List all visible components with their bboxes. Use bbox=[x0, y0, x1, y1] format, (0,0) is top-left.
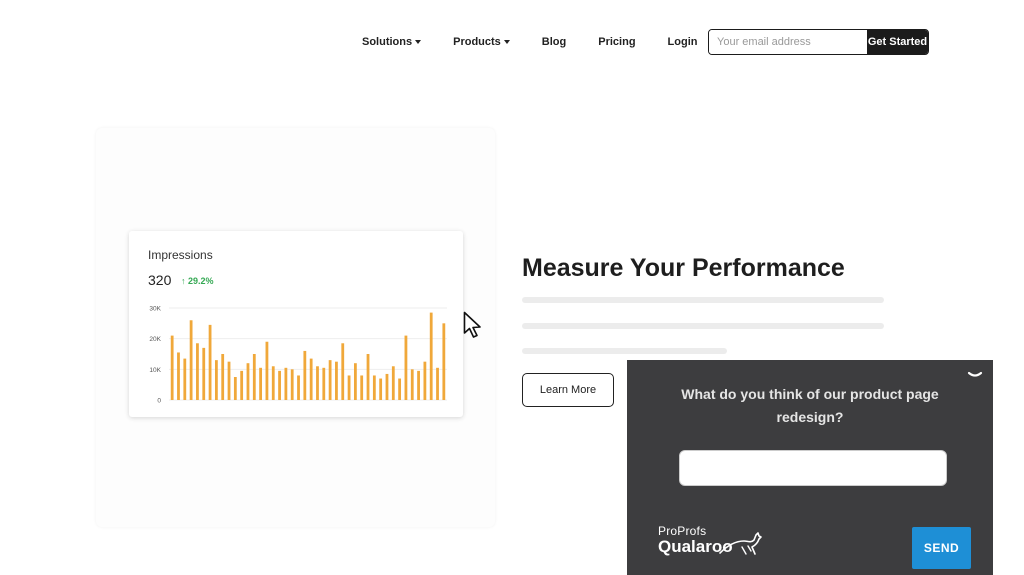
chart-bar bbox=[214, 360, 218, 400]
send-button[interactable]: SEND bbox=[912, 527, 971, 569]
email-input[interactable] bbox=[709, 30, 867, 54]
chart-bar bbox=[328, 360, 332, 400]
qualaroo-logo: ProProfs Qualaroo bbox=[658, 525, 762, 555]
y-tick-label: 20K bbox=[149, 336, 161, 343]
chart-bar bbox=[284, 367, 288, 400]
chart-bar bbox=[271, 366, 275, 400]
nav-login[interactable]: Login bbox=[668, 36, 698, 48]
chart-bar bbox=[221, 354, 225, 400]
nav-pricing[interactable]: Pricing bbox=[598, 36, 635, 48]
chart-bar bbox=[410, 369, 414, 400]
survey-answer-input[interactable] bbox=[679, 450, 947, 486]
chart-bar bbox=[404, 335, 408, 400]
chart-bar bbox=[316, 366, 319, 400]
impressions-value: 320 bbox=[148, 272, 172, 288]
y-tick-label: 30K bbox=[149, 306, 161, 313]
nav-solutions[interactable]: Solutions bbox=[362, 36, 422, 48]
chart-bar bbox=[385, 373, 389, 400]
chart-bar bbox=[442, 323, 446, 400]
chart-bar bbox=[322, 367, 326, 400]
chart-bar bbox=[208, 324, 212, 400]
chart-bar bbox=[265, 341, 269, 400]
nav-products-label: Products bbox=[453, 36, 501, 48]
learn-more-button[interactable]: Learn More bbox=[522, 373, 614, 407]
chart-bar bbox=[335, 361, 338, 400]
email-signup-group: Get Started bbox=[708, 29, 929, 55]
chart-bar bbox=[297, 375, 300, 400]
chart-bar bbox=[170, 335, 174, 400]
get-started-button[interactable]: Get Started bbox=[867, 30, 928, 54]
chart-bar bbox=[278, 370, 281, 400]
placeholder-text-line bbox=[522, 323, 884, 329]
nav-products[interactable]: Products bbox=[453, 36, 510, 48]
impressions-title: Impressions bbox=[148, 248, 213, 262]
y-tick-label: 10K bbox=[149, 367, 161, 374]
chart-bar bbox=[177, 352, 180, 400]
impressions-change: ↑ 29.2% bbox=[181, 276, 214, 286]
chart-bar bbox=[360, 375, 364, 400]
chart-bar bbox=[309, 358, 313, 400]
chart-bar bbox=[290, 369, 294, 400]
nav-blog[interactable]: Blog bbox=[542, 36, 566, 48]
caret-down-icon bbox=[415, 40, 422, 44]
chart-bar bbox=[366, 354, 370, 400]
chart-bar bbox=[347, 375, 351, 400]
nav-solutions-label: Solutions bbox=[362, 36, 413, 48]
chart-bar bbox=[183, 358, 187, 400]
nav-blog-label: Blog bbox=[541, 36, 567, 48]
chart-bar bbox=[391, 366, 395, 400]
placeholder-text-line bbox=[522, 348, 727, 354]
chart-bar bbox=[252, 354, 256, 400]
page-headline: Measure Your Performance bbox=[522, 254, 845, 282]
chart-bar bbox=[398, 378, 402, 400]
kangaroo-logo-icon bbox=[719, 532, 762, 555]
chart-bar bbox=[423, 361, 427, 400]
chart-bar bbox=[429, 312, 433, 400]
impressions-card: 0 10K 20K 30K Impressions 320 ↑ 29.2% bbox=[129, 231, 463, 417]
chart-bar bbox=[259, 367, 263, 400]
chart-bar bbox=[417, 370, 420, 400]
y-tick-label: 0 bbox=[157, 398, 161, 405]
chart-bar bbox=[240, 370, 244, 400]
chart-bar bbox=[227, 361, 231, 400]
caret-down-icon bbox=[503, 40, 510, 44]
chart-bar bbox=[379, 378, 383, 400]
chart-bar bbox=[436, 367, 439, 400]
chart-bar bbox=[303, 350, 307, 400]
chart-bar bbox=[341, 343, 345, 400]
survey-question: What do you think of our product page re… bbox=[681, 386, 939, 425]
chart-bar bbox=[372, 375, 376, 400]
chart-bar bbox=[353, 363, 357, 400]
chevron-down-icon[interactable] bbox=[967, 370, 983, 380]
chart-bar bbox=[233, 377, 237, 400]
survey-widget: What do you think of our product page re… bbox=[627, 360, 993, 575]
nav-login-label: Login bbox=[667, 36, 698, 48]
nav-pricing-label: Pricing bbox=[598, 36, 636, 48]
main-nav: Solutions Products Blog Pricing Login bbox=[362, 28, 729, 56]
chart-bar bbox=[246, 363, 250, 400]
chart-bar bbox=[196, 343, 199, 400]
mouse-pointer-icon bbox=[463, 311, 481, 338]
placeholder-text-line bbox=[522, 297, 884, 303]
chart-bar bbox=[189, 320, 193, 400]
chart-bar bbox=[202, 347, 206, 400]
